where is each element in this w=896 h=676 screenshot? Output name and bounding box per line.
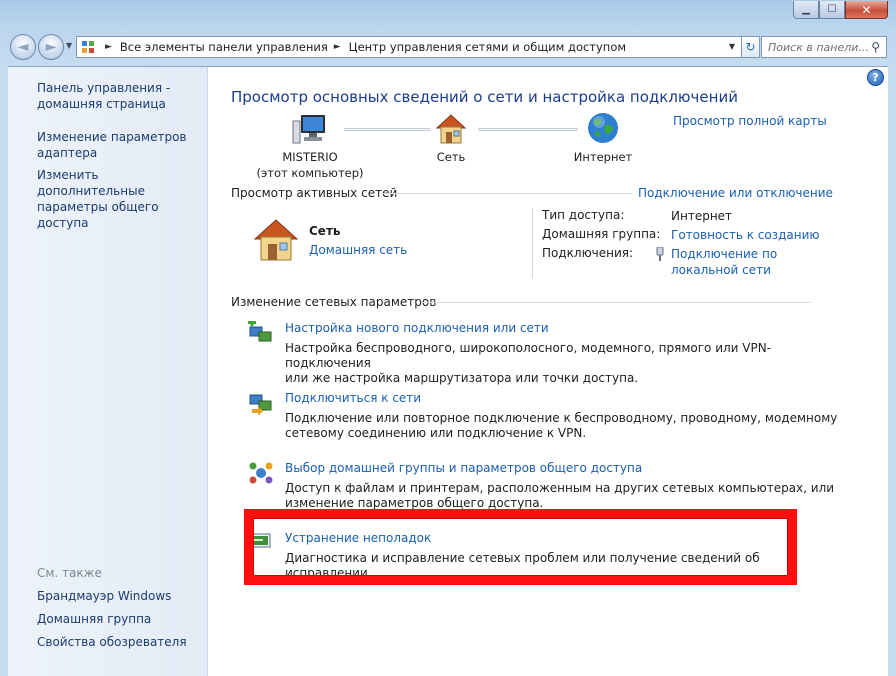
task-title-link[interactable]: Подключиться к сети bbox=[285, 391, 421, 405]
recent-pages-dropdown[interactable]: ▼ bbox=[66, 41, 72, 50]
connections-label: Подключения: bbox=[542, 246, 634, 260]
forward-arrow-icon: ► bbox=[45, 39, 57, 55]
vertical-divider bbox=[532, 208, 533, 278]
computer-name: MISTERIO bbox=[282, 150, 338, 164]
new-connection-icon bbox=[248, 321, 272, 342]
sidebar-link-line: Изменить дополнительные bbox=[37, 168, 145, 198]
map-link-line bbox=[344, 128, 430, 131]
local-connection-link[interactable]: Подключение по локальной сети bbox=[671, 246, 777, 278]
access-type-value: Интернет bbox=[671, 209, 733, 223]
sidebar-link-line: Панель управления - bbox=[37, 81, 171, 95]
local-connection-line: Подключение по bbox=[671, 247, 778, 261]
search-placeholder: Поиск в панели... bbox=[768, 40, 869, 54]
network-type-link[interactable]: Домашняя сеть bbox=[309, 243, 407, 257]
homegroup-link[interactable]: Готовность к созданию bbox=[671, 227, 820, 243]
navigation-bar: ◄ ► ▼ ► Все элементы панели управления ►… bbox=[8, 32, 888, 62]
connect-network-icon bbox=[249, 394, 272, 415]
access-type-label: Тип доступа: bbox=[542, 208, 625, 222]
maximize-button[interactable]: ☐ bbox=[819, 1, 845, 19]
breadcrumb-item-all-items[interactable]: Все элементы панели управления bbox=[120, 40, 328, 54]
main-panel: ? Просмотр основных сведений о сети и на… bbox=[208, 67, 888, 676]
sidebar: Панель управления - домашняя страница Из… bbox=[8, 67, 208, 676]
network-name: Сеть bbox=[309, 224, 341, 238]
section-divider bbox=[421, 302, 811, 303]
sidebar-link-line: параметры общего доступа bbox=[37, 200, 159, 230]
see-also-header: См. также bbox=[37, 566, 102, 580]
active-networks-header: Просмотр активных сетей bbox=[231, 186, 398, 200]
page-title: Просмотр основных сведений о сети и наст… bbox=[231, 88, 738, 106]
breadcrumb-separator-icon: ► bbox=[333, 42, 341, 52]
control-panel-icon bbox=[82, 41, 94, 53]
computer-icon bbox=[292, 115, 325, 144]
computer-caption: (этот компьютер) bbox=[256, 166, 364, 180]
sidebar-link-control-panel-home[interactable]: Панель управления - домашняя страница bbox=[37, 80, 170, 112]
task-title-link[interactable]: Настройка нового подключения или сети bbox=[285, 321, 549, 335]
search-input[interactable]: Поиск в панели... ⚲ bbox=[761, 36, 887, 58]
sidebar-link-line: домашняя страница bbox=[37, 97, 166, 111]
sidebar-link-line: адаптера bbox=[37, 146, 98, 160]
highlight-frame bbox=[244, 509, 797, 585]
help-icon[interactable]: ? bbox=[867, 69, 884, 86]
task-description: Настройка беспроводного, широкополосного… bbox=[285, 341, 845, 386]
task-description-line: Доступ к файлам и принтерам, расположенн… bbox=[285, 481, 835, 495]
close-button[interactable]: ✕ bbox=[845, 1, 888, 19]
task-description-line: Настройка беспроводного, широкополосного… bbox=[285, 341, 772, 370]
task-description: Доступ к файлам и принтерам, расположенн… bbox=[285, 481, 845, 511]
connect-disconnect-link[interactable]: Подключение или отключение bbox=[638, 186, 833, 200]
address-bar[interactable]: ► Все элементы панели управления ► Центр… bbox=[76, 36, 742, 58]
address-dropdown-icon[interactable]: ▼ bbox=[729, 42, 735, 51]
sidebar-link-homegroup[interactable]: Домашняя группа bbox=[37, 611, 151, 627]
globe-icon bbox=[588, 113, 618, 143]
homegroup-label: Домашняя группа: bbox=[542, 227, 661, 241]
task-description-line: сетевому соединению или подключение к VP… bbox=[285, 426, 587, 440]
window: ▁ ☐ ✕ ◄ ► ▼ ► Все элементы панели управл… bbox=[0, 0, 896, 676]
local-connection-line: локальной сети bbox=[671, 263, 771, 277]
ethernet-icon bbox=[656, 247, 664, 261]
breadcrumb-separator-icon: ► bbox=[105, 42, 112, 52]
change-settings-header: Изменение сетевых параметров bbox=[231, 295, 437, 309]
task-description: Подключение или повторное подключение к … bbox=[285, 411, 845, 441]
sidebar-link-adapter-settings[interactable]: Изменение параметров адаптера bbox=[37, 129, 187, 161]
network-house-icon bbox=[253, 219, 299, 261]
map-link-line bbox=[478, 128, 578, 131]
back-arrow-icon: ◄ bbox=[17, 39, 29, 55]
house-icon bbox=[435, 114, 467, 144]
sidebar-link-internet-options[interactable]: Свойства обозревателя bbox=[37, 634, 187, 650]
refresh-button[interactable]: ↻ bbox=[742, 36, 760, 58]
map-node-computer: MISTERIO (этот компьютер) bbox=[256, 149, 364, 181]
search-icon[interactable]: ⚲ bbox=[871, 40, 880, 54]
refresh-icon: ↻ bbox=[745, 40, 756, 54]
task-description-line: или же настройка маршрутизатора или точк… bbox=[285, 371, 639, 385]
caption-buttons: ▁ ☐ ✕ bbox=[793, 1, 888, 19]
sidebar-link-sharing-settings[interactable]: Изменить дополнительные параметры общего… bbox=[37, 167, 207, 231]
task-description-line: Подключение или повторное подключение к … bbox=[285, 411, 838, 425]
back-button[interactable]: ◄ bbox=[10, 34, 36, 60]
sidebar-link-firewall[interactable]: Брандмауэр Windows bbox=[37, 588, 171, 604]
breadcrumb-item-network-center[interactable]: Центр управления сетями и общим доступом bbox=[349, 40, 626, 54]
map-node-internet: Интернет bbox=[573, 150, 633, 164]
forward-button[interactable]: ► bbox=[38, 34, 64, 60]
full-map-link[interactable]: Просмотр полной карты bbox=[673, 114, 827, 128]
content-area: Панель управления - домашняя страница Из… bbox=[8, 66, 888, 676]
section-divider bbox=[383, 193, 633, 194]
task-title-link[interactable]: Выбор домашней группы и параметров общег… bbox=[285, 461, 642, 475]
homegroup-icon bbox=[249, 462, 273, 484]
map-node-network: Сеть bbox=[436, 150, 466, 164]
sidebar-link-line: Изменение параметров bbox=[37, 130, 187, 144]
minimize-button[interactable]: ▁ bbox=[793, 1, 819, 19]
